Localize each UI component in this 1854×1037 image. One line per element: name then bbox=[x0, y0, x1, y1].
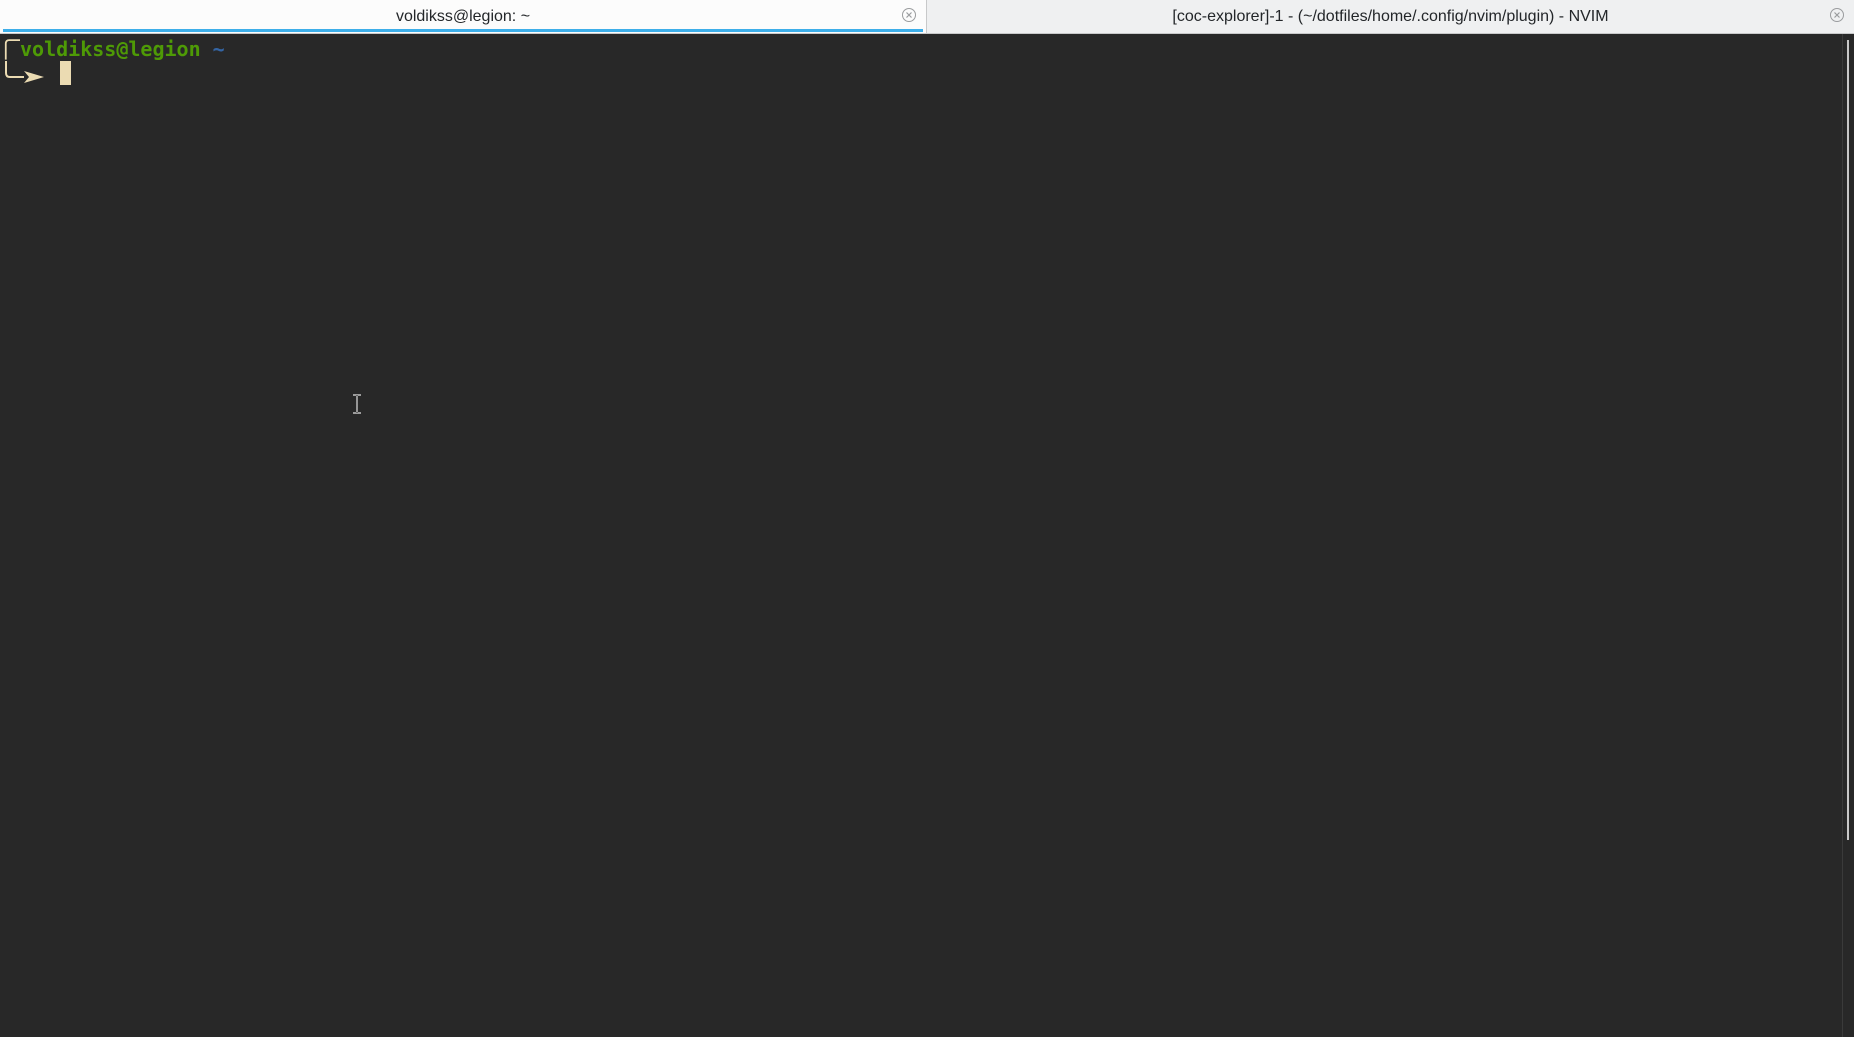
tab-bar: voldikss@legion: ~ [coc-explorer]-1 - (~… bbox=[0, 0, 1854, 34]
prompt-at: @ bbox=[116, 37, 129, 61]
close-icon[interactable] bbox=[902, 8, 916, 22]
scrollbar-thumb[interactable] bbox=[1847, 40, 1849, 840]
tab-nvim[interactable]: [coc-explorer]-1 - (~/dotfiles/home/.con… bbox=[926, 0, 1854, 33]
terminal-scrollbar[interactable] bbox=[1842, 34, 1854, 1037]
prompt-user: voldikss bbox=[20, 37, 117, 61]
tab-title: [coc-explorer]-1 - (~/dotfiles/home/.con… bbox=[1172, 7, 1609, 25]
prompt-host: legion bbox=[128, 37, 201, 61]
prompt-line: voldikss @ legion ~ bbox=[4, 37, 225, 61]
tab-terminal[interactable]: voldikss@legion: ~ bbox=[0, 0, 926, 33]
prompt-input-line[interactable] bbox=[4, 61, 71, 85]
close-icon[interactable] bbox=[1830, 8, 1844, 22]
terminal-area[interactable]: voldikss @ legion ~ bbox=[0, 34, 1843, 1037]
prompt-corner-icon bbox=[4, 39, 20, 60]
text-cursor bbox=[60, 61, 71, 85]
prompt-path: ~ bbox=[212, 37, 225, 61]
arrow-right-icon bbox=[5, 61, 44, 83]
ibeam-cursor-icon bbox=[353, 394, 361, 414]
tab-title: voldikss@legion: ~ bbox=[395, 7, 531, 25]
